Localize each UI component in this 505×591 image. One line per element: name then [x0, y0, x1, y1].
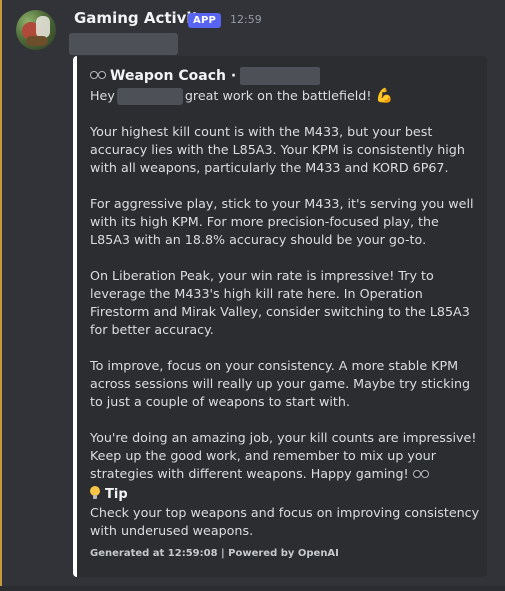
paragraph: On Liberation Peak, your win rate is imp… [90, 268, 470, 337]
tip-heading: Tip [90, 485, 480, 504]
greeting-suffix: great work on the battlefield! [184, 88, 372, 103]
embed-description: Hey great work on the battlefield! 💪 Your… [90, 87, 480, 483]
embed-footer: Generated at 12:59:08 | Powered by OpenA… [90, 548, 339, 559]
avatar-art [26, 36, 48, 46]
avatar-art [36, 16, 50, 38]
paragraph: To improve, focus on your consistency. A… [90, 358, 471, 409]
avatar[interactable] [16, 10, 56, 50]
sunglasses-icon [90, 71, 106, 79]
message-timestamp[interactable]: 12:59 [230, 13, 262, 26]
paragraph: For aggressive play, stick to your M433,… [90, 196, 474, 247]
tip-title: Tip [105, 487, 128, 502]
divider [0, 586, 505, 591]
embed-title-text: Weapon Coach · [110, 68, 237, 84]
redacted-text [240, 67, 321, 85]
paragraph: Your highest kill count is with the M433… [90, 124, 465, 175]
redacted-text [69, 33, 178, 55]
tip-text: Check your top weapons and focus on impr… [90, 505, 480, 538]
embed-content: Weapon Coach · Hey great work on the batt… [90, 65, 480, 561]
redacted-text [116, 88, 183, 105]
greeting-prefix: Hey [90, 88, 115, 103]
closing-paragraph: You're doing an amazing job, your kill c… [90, 429, 480, 483]
chat-message: Gaming Activity APP 12:59 Weapon Coach ·… [0, 0, 505, 591]
embed-card: Weapon Coach · Hey great work on the batt… [73, 56, 487, 577]
sunglasses-icon [412, 469, 429, 478]
flexed-biceps-icon: 💪 [375, 88, 393, 104]
greeting-line: Hey great work on the battlefield! 💪 [90, 87, 480, 105]
light-bulb-icon [90, 486, 100, 500]
embed-title: Weapon Coach · [90, 65, 480, 87]
app-badge: APP [188, 13, 221, 28]
